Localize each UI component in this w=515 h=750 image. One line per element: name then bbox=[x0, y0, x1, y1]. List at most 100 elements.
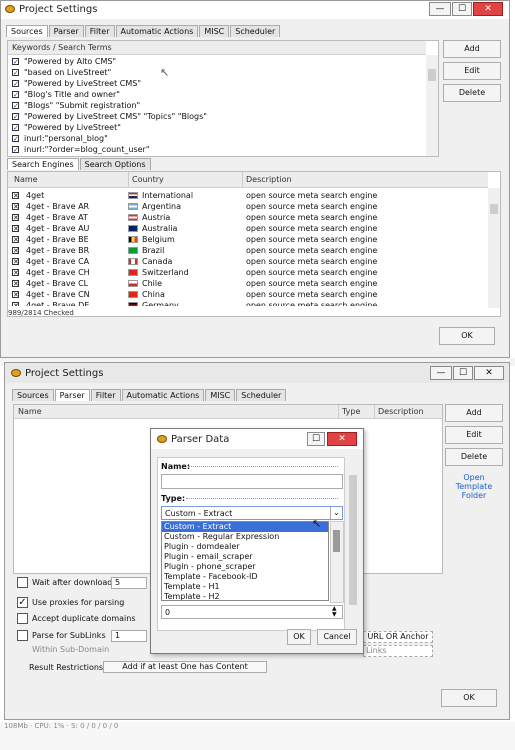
column-type[interactable]: Type bbox=[338, 405, 360, 419]
engine-checkbox[interactable]: ✕ bbox=[12, 214, 19, 222]
engine-checkbox[interactable]: ✕ bbox=[12, 291, 19, 299]
edit-button[interactable]: Edit bbox=[443, 62, 501, 80]
tab-automatic-actions[interactable]: Automatic Actions bbox=[121, 389, 205, 401]
dropdown-scrollbar[interactable] bbox=[330, 521, 344, 603]
number-stepper[interactable]: 0 ▲ ▼ bbox=[161, 605, 343, 619]
name-input[interactable] bbox=[161, 474, 343, 489]
keyword-row[interactable]: ✓ "Powered by LiveStreet" bbox=[8, 122, 426, 133]
keyword-row[interactable]: ✓ "Powered by LiveStreet CMS" "Topics" "B… bbox=[8, 111, 426, 122]
minimize-icon[interactable]: — bbox=[430, 366, 452, 380]
engine-checkbox[interactable]: ✕ bbox=[12, 280, 19, 288]
column-name[interactable]: Name bbox=[18, 405, 42, 419]
type-option[interactable]: Custom - Regular Expression bbox=[162, 532, 328, 542]
column-description[interactable]: Description bbox=[374, 405, 424, 419]
tab-search-engines[interactable]: Search Engines bbox=[7, 158, 79, 170]
keyword-row[interactable]: ✓ inurl:"?order=blog_count_user" bbox=[8, 144, 426, 155]
tab-misc[interactable]: MISC bbox=[205, 389, 236, 401]
engine-row[interactable]: ✕ 4get - Brave CL Chile open source meta se… bbox=[8, 278, 488, 289]
keyword-checkbox[interactable]: ✓ bbox=[12, 124, 19, 132]
keyword-checkbox[interactable]: ✓ bbox=[12, 80, 19, 88]
keyword-row[interactable]: ✓ "Powered by LiveStreet CMS" bbox=[8, 78, 426, 89]
close-icon[interactable]: ✕ bbox=[474, 366, 504, 380]
engine-row[interactable]: ✕ 4get - Brave CA Canada open source meta s… bbox=[8, 256, 488, 267]
keywords-list[interactable]: Keywords / Search Terms ✓ "Powered by Alt… bbox=[7, 40, 439, 157]
type-option[interactable]: Template - H1 bbox=[162, 582, 328, 592]
keyword-checkbox[interactable]: ✓ bbox=[12, 102, 19, 110]
tab-sources[interactable]: Sources bbox=[6, 25, 48, 37]
engines-scrollbar[interactable] bbox=[488, 188, 500, 308]
type-option[interactable]: Plugin - phone_scraper bbox=[162, 562, 328, 572]
engine-checkbox[interactable]: ✕ bbox=[12, 302, 19, 306]
stepper-arrows-icon[interactable]: ▲ ▼ bbox=[332, 606, 342, 618]
tab-scheduler[interactable]: Scheduler bbox=[236, 389, 287, 401]
keyword-row[interactable]: ✓ inurl:"personal_blog" bbox=[8, 133, 426, 144]
engine-row[interactable]: ✕ 4get - Brave AU Australia open source met… bbox=[8, 223, 488, 234]
close-icon[interactable]: ✕ bbox=[327, 432, 357, 446]
add-button[interactable]: Add bbox=[443, 40, 501, 58]
chevron-down-icon[interactable]: ⌄ bbox=[330, 507, 342, 519]
engine-row[interactable]: ✕ 4get - Brave AT Austria open source meta … bbox=[8, 212, 488, 223]
engine-row[interactable]: ✕ 4get International open source meta searc… bbox=[8, 190, 488, 201]
engine-row[interactable]: ✕ 4get - Brave CN China open source meta se… bbox=[8, 289, 488, 300]
type-option[interactable]: Template - Facebook-ID bbox=[162, 572, 328, 582]
parse-sublinks-stepper[interactable]: 1 bbox=[111, 630, 147, 642]
engine-row[interactable]: ✕ 4get - Brave DE Germany open source meta … bbox=[8, 300, 488, 306]
type-option[interactable]: Plugin - email_scraper bbox=[162, 552, 328, 562]
tab-parser[interactable]: Parser bbox=[54, 389, 90, 401]
scroll-thumb[interactable] bbox=[490, 204, 498, 214]
delete-button[interactable]: Delete bbox=[445, 448, 503, 466]
open-template-folder-link[interactable]: Open Template Folder bbox=[445, 473, 503, 500]
keyword-checkbox[interactable]: ✓ bbox=[12, 69, 19, 77]
scroll-thumb[interactable] bbox=[428, 69, 436, 81]
engine-row[interactable]: ✕ 4get - Brave BR Brazil open source meta s… bbox=[8, 245, 488, 256]
keyword-checkbox[interactable]: ✓ bbox=[12, 91, 19, 99]
result-restrictions-select[interactable]: Add if at least One has Content bbox=[103, 661, 267, 673]
maximize-icon[interactable]: ☐ bbox=[452, 2, 472, 16]
keyword-row[interactable]: ✓ "Blog's Title and owner" bbox=[8, 89, 426, 100]
tab-parser[interactable]: Parser bbox=[48, 25, 84, 37]
delete-button[interactable]: Delete bbox=[443, 84, 501, 102]
type-option[interactable]: Plugin - domdealer bbox=[162, 542, 328, 552]
ok-button[interactable]: OK bbox=[439, 327, 495, 345]
engine-checkbox[interactable]: ✕ bbox=[12, 203, 19, 211]
url-or-anchor-field[interactable]: URL OR Anchor bbox=[363, 631, 433, 643]
engine-row[interactable]: ✕ 4get - Brave AR Argentina open source met… bbox=[8, 201, 488, 212]
tab-sources[interactable]: Sources bbox=[12, 389, 54, 401]
engine-checkbox[interactable]: ✕ bbox=[12, 269, 19, 277]
scroll-thumb[interactable] bbox=[349, 475, 357, 605]
edit-button[interactable]: Edit bbox=[445, 426, 503, 444]
column-description[interactable]: Description bbox=[242, 172, 292, 188]
tab-misc[interactable]: MISC bbox=[199, 25, 230, 37]
ok-button[interactable]: OK bbox=[441, 689, 497, 707]
keyword-checkbox[interactable]: ✓ bbox=[12, 113, 19, 121]
parse-sublinks-checkbox[interactable] bbox=[17, 630, 28, 641]
keyword-row[interactable]: ✓ "Powered by Alto CMS" bbox=[8, 56, 426, 67]
maximize-icon[interactable]: ☐ bbox=[453, 366, 473, 380]
wait-after-download-checkbox[interactable] bbox=[17, 577, 28, 588]
maximize-icon[interactable]: ☐ bbox=[307, 432, 325, 446]
engine-row[interactable]: ✕ 4get - Brave CH Switzerland open source m… bbox=[8, 267, 488, 278]
column-name[interactable]: Name bbox=[14, 172, 38, 188]
engine-checkbox[interactable]: ✕ bbox=[12, 192, 19, 200]
engine-row[interactable]: ✕ 4get - Brave BE Belgium open source meta … bbox=[8, 234, 488, 245]
ok-button[interactable]: OK bbox=[287, 629, 311, 645]
keyword-row[interactable]: ✓ "Blogs" "Submit registration" bbox=[8, 100, 426, 111]
keyword-checkbox[interactable]: ✓ bbox=[12, 146, 19, 154]
tab-filter[interactable]: Filter bbox=[90, 389, 121, 401]
minimize-icon[interactable]: — bbox=[429, 2, 451, 16]
scroll-thumb[interactable] bbox=[333, 530, 340, 552]
tab-filter[interactable]: Filter bbox=[84, 25, 115, 37]
wait-after-download-stepper[interactable]: 5 bbox=[111, 577, 147, 589]
cancel-button[interactable]: Cancel bbox=[317, 629, 357, 645]
search-engines-table[interactable]: Name Country Description ✕ 4get Internatio… bbox=[7, 171, 501, 317]
links-field[interactable]: Links bbox=[363, 645, 433, 657]
engine-checkbox[interactable]: ✕ bbox=[12, 247, 19, 255]
keywords-scrollbar[interactable] bbox=[426, 55, 438, 156]
type-dropdown-list[interactable]: Custom - Extract Custom - Regular Express… bbox=[161, 521, 329, 601]
engine-checkbox[interactable]: ✕ bbox=[12, 225, 19, 233]
close-icon[interactable]: ✕ bbox=[473, 2, 503, 16]
column-country[interactable]: Country bbox=[128, 172, 164, 188]
keyword-checkbox[interactable]: ✓ bbox=[12, 135, 19, 143]
type-option[interactable]: Template - H2 bbox=[162, 592, 328, 600]
type-option[interactable]: Custom - Extract bbox=[162, 522, 328, 532]
